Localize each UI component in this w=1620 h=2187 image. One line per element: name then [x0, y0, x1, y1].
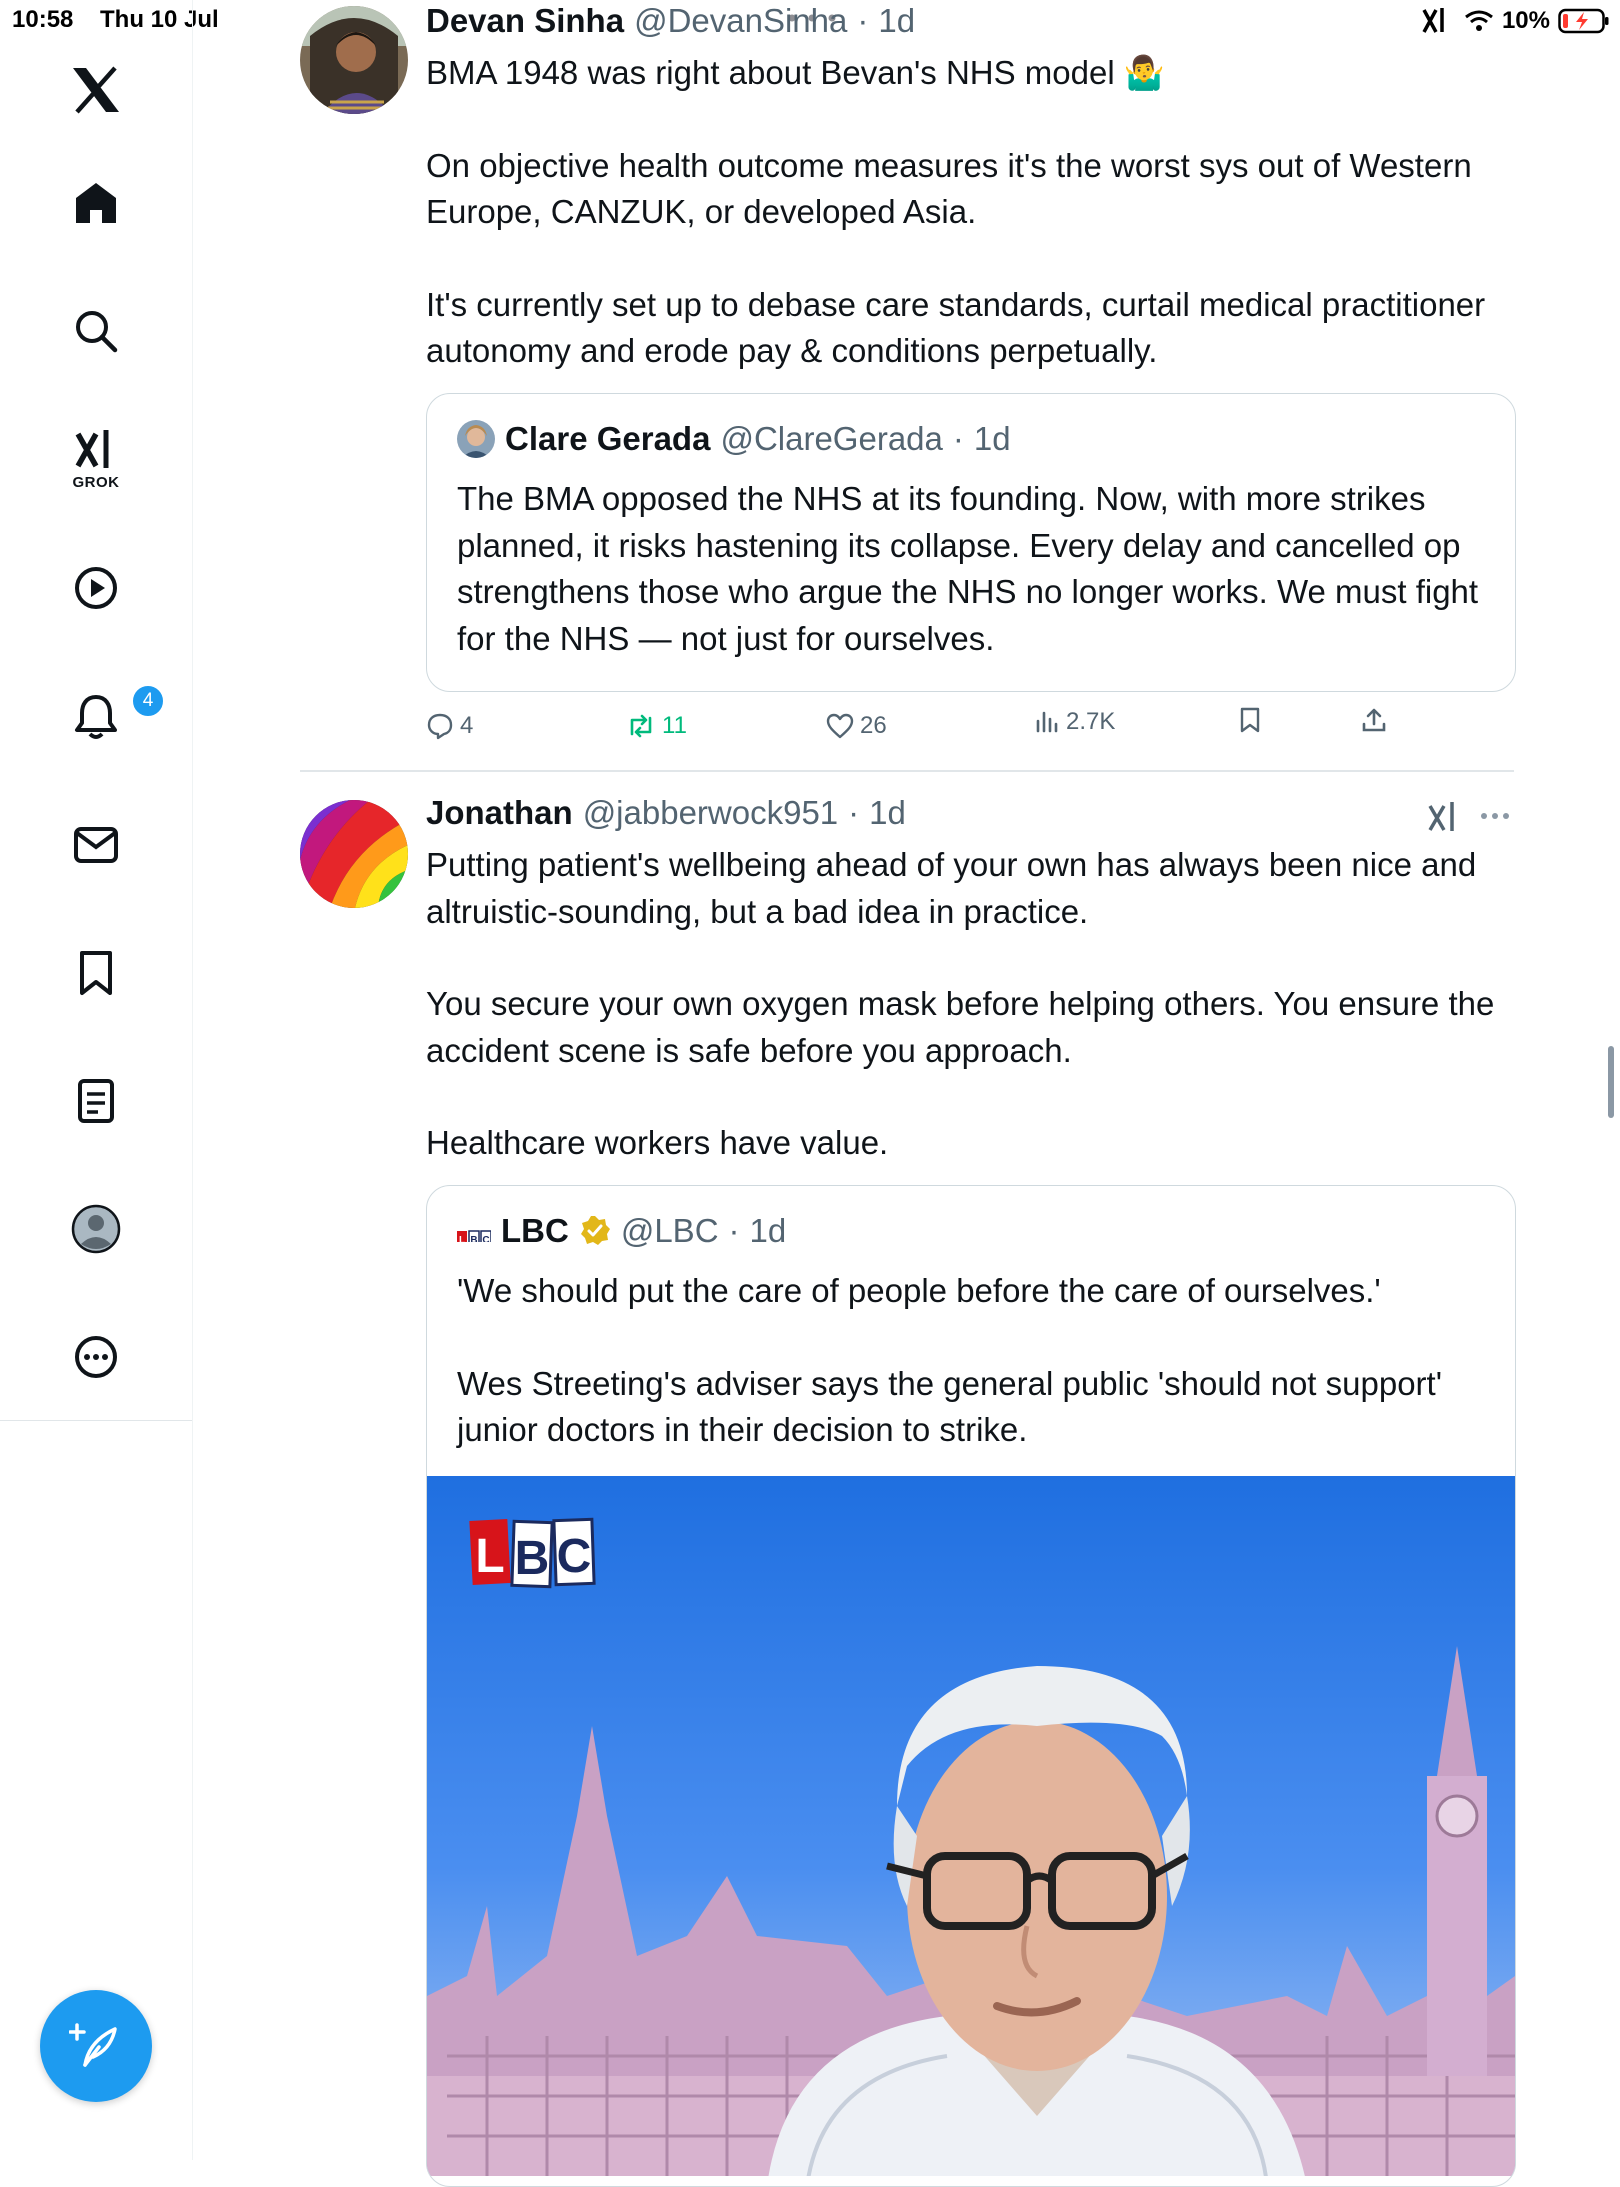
quote-header: LBC LBC @LBC · 1d: [457, 1212, 786, 1250]
quoted-tweet[interactable]: Clare Gerada @ClareGerada · 1d The BMA o…: [426, 393, 1516, 692]
author-name[interactable]: Devan Sinha: [426, 2, 624, 40]
quote-author-name: Clare Gerada: [505, 420, 711, 457]
video-icon[interactable]: [46, 543, 146, 633]
bookmark-button[interactable]: [1238, 706, 1262, 734]
quote-author-handle: @ClareGerada: [720, 420, 943, 457]
tweet-text-line: It's currently set up to debase care sta…: [426, 285, 1486, 370]
wifi-icon: [1465, 10, 1493, 31]
sidebar-divider: [0, 1420, 192, 1421]
separator-dot: ·: [728, 1212, 740, 1249]
quoted-tweet[interactable]: LBC LBC @LBC · 1d 'We should put the car…: [426, 1185, 1516, 2187]
scrollbar[interactable]: [1608, 1046, 1614, 1118]
compose-icon: [69, 2023, 117, 2067]
author-name[interactable]: Jonathan: [426, 794, 573, 832]
heart-icon: [826, 713, 854, 739]
quote-text-line: 'We should put the care of people before…: [457, 1272, 1381, 1309]
quote-header: Clare Gerada @ClareGerada · 1d: [457, 420, 1011, 458]
quote-time: 1d: [973, 420, 1011, 457]
like-button[interactable]: 26: [826, 712, 887, 740]
quote-author-name: LBC: [501, 1212, 569, 1249]
tweet-text-line: BMA 1948 was right about Bevan's NHS mod…: [426, 54, 1165, 91]
separator-dot: ·: [857, 2, 869, 39]
bookmarks-icon[interactable]: [46, 928, 146, 1018]
search-icon[interactable]: [46, 286, 146, 376]
home-icon[interactable]: [46, 158, 146, 248]
x-logo-icon[interactable]: [46, 45, 146, 135]
quote-avatar: [457, 420, 495, 458]
sidebar: GROK 4: [0, 0, 193, 2160]
compose-button[interactable]: [40, 1990, 152, 2102]
separator-dot: ·: [848, 794, 860, 831]
avatar[interactable]: [300, 6, 408, 114]
tweet-header: Jonathan @jabberwock951 · 1d: [426, 794, 906, 832]
reply-count: 4: [460, 712, 474, 739]
quote-text: The BMA opposed the NHS at its founding.…: [457, 480, 1479, 657]
battery-icon: [1558, 8, 1609, 34]
more-options-icon[interactable]: [1480, 812, 1510, 820]
reply-icon: [427, 713, 453, 740]
quote-text-line: Wes Streeting's adviser says the general…: [457, 1364, 1443, 1449]
tweet-divider: [300, 770, 1514, 772]
grok-icon[interactable]: GROK: [46, 414, 146, 504]
svg-text:L: L: [475, 1530, 504, 1583]
tweet-text: Putting patient's wellbeing ahead of you…: [426, 842, 1496, 1167]
lbc-media-logo: L B C: [469, 1517, 596, 1589]
author-handle[interactable]: @jabberwock951: [583, 794, 838, 832]
tweet-text-line: You secure your own oxygen mask before h…: [426, 985, 1495, 1069]
status-right: 10%: [1420, 6, 1610, 36]
quote-time: 1d: [749, 1212, 787, 1249]
share-button[interactable]: [1360, 706, 1388, 734]
repost-count: 11: [662, 712, 687, 739]
tweet-text-line: On objective health outcome measures it'…: [426, 146, 1472, 231]
svg-text:C: C: [557, 1530, 592, 1583]
grok-label: GROK: [72, 473, 120, 491]
separator-dot: ·: [952, 420, 964, 457]
notification-badge: 4: [131, 684, 165, 718]
tweet-text: BMA 1948 was right about Bevan's NHS mod…: [426, 50, 1496, 375]
reply-button[interactable]: 4: [426, 712, 473, 740]
svg-text:B: B: [470, 1235, 477, 1242]
views-icon: [1036, 711, 1058, 733]
notifications-icon[interactable]: 4: [46, 671, 165, 761]
lists-icon[interactable]: [46, 1056, 146, 1146]
tweet-text-line: Healthcare workers have value.: [426, 1124, 889, 1161]
like-count: 26: [860, 712, 887, 739]
quote-text: 'We should put the care of people before…: [457, 1268, 1487, 1454]
tweet-time[interactable]: 1d: [878, 2, 915, 40]
tweet-header: Devan Sinha @DevanSinha · 1d: [426, 2, 915, 40]
grok-status-icon: [1422, 8, 1444, 33]
repost-button[interactable]: 11: [626, 712, 687, 740]
bookmark-icon: [1240, 707, 1260, 733]
views-button[interactable]: 2.7K: [1034, 708, 1115, 736]
lbc-logo-icon: LBC: [457, 1220, 491, 1242]
share-icon: [1362, 708, 1386, 732]
profile-icon[interactable]: [46, 1184, 146, 1274]
battery-percent: 10%: [1501, 7, 1550, 34]
views-count: 2.7K: [1066, 708, 1116, 735]
more-icon[interactable]: [46, 1312, 146, 1402]
quote-media-image[interactable]: L B C: [427, 1476, 1515, 2176]
quote-author-handle: @LBC: [620, 1212, 719, 1249]
repost-icon: [630, 714, 652, 738]
avatar[interactable]: [300, 800, 408, 908]
tweet-actions: 4 11 26 2.7K: [426, 707, 1514, 752]
author-handle[interactable]: @DevanSinha: [634, 2, 847, 40]
tweet-text-line: Putting patient's wellbeing ahead of you…: [426, 846, 1477, 930]
svg-text:C: C: [482, 1235, 489, 1242]
tweet-time[interactable]: 1d: [869, 794, 906, 832]
svg-text:L: L: [459, 1235, 465, 1242]
verified-badge-icon: [580, 1216, 610, 1245]
grok-explain-icon[interactable]: [1426, 800, 1462, 834]
svg-text:B: B: [515, 1532, 550, 1585]
messages-icon[interactable]: [46, 800, 146, 890]
